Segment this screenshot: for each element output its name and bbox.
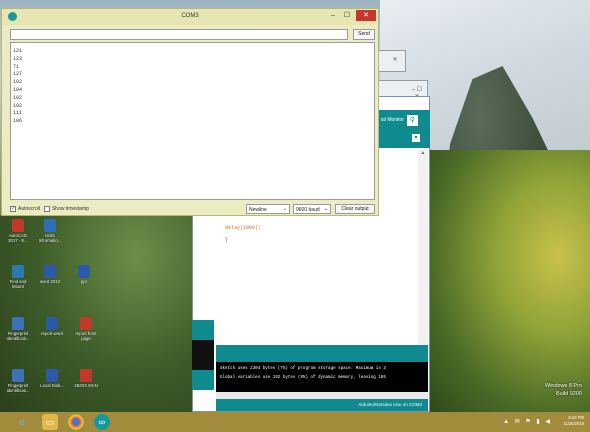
timestamp-label: Show timestamp (51, 206, 89, 212)
arduino-icon[interactable]: ∞ (94, 414, 110, 430)
background-window[interactable]: ✕ (378, 50, 406, 72)
minimize-icon[interactable]: – (326, 10, 340, 21)
serial-monitor-window[interactable]: COM3 – ☐ ✕ Send 121 123 71 127 102 104 1… (1, 8, 379, 216)
desktop-icon-label: Find and Mount (9, 279, 27, 289)
desktop-icon[interactable]: report front page (72, 317, 100, 341)
console-scrollbar[interactable] (216, 392, 428, 399)
board-status: Arduino/Genuino Uno on COM3 (216, 399, 428, 411)
desktop-icon-label: AutoCAD 2017 - E... (8, 233, 28, 243)
desktop-icon-label: Fingerprint Identificati... (6, 331, 30, 341)
serial-output[interactable]: 121 123 71 127 102 104 102 102 111 106 (10, 42, 375, 200)
serial-monitor-label: ial Monitor (380, 117, 404, 123)
clock[interactable]: 8:43 PM 11/25/2016 (563, 415, 584, 427)
ie-icon[interactable]: e (14, 414, 30, 430)
line-ending-select[interactable]: Newline ⌄ (246, 204, 290, 214)
pdf-icon (80, 369, 92, 382)
output-line: 121 (13, 48, 23, 54)
send-input[interactable] (10, 29, 348, 40)
autocad-icon (12, 219, 24, 232)
output-line: 102 (13, 102, 23, 109)
window-title: COM3 (181, 13, 199, 19)
console-header (216, 345, 428, 363)
magnifier-icon[interactable]: ⚲ (407, 114, 418, 126)
output-line: 123 (13, 55, 23, 62)
output-line: 104 (13, 86, 23, 93)
desktop-icon-label: Local Disk... (40, 383, 64, 388)
desktop-icon[interactable]: Fingerprint identificati... (4, 369, 32, 393)
wallpaper-trees-right (430, 150, 590, 415)
output-line: 102 (13, 94, 23, 101)
app-icon (12, 317, 24, 330)
windows-watermark: Windows 8 Pro Build 9200 (545, 382, 582, 398)
desktop-icon[interactable]: word 2013 (36, 265, 64, 284)
word-icon (44, 265, 56, 278)
output-line: 111 (13, 110, 23, 117)
document-icon (44, 219, 56, 232)
console-line: Global variables use 192 bytes (9%) of d… (220, 376, 386, 380)
code-line: } (225, 237, 229, 243)
system-tray[interactable]: ▲ ✉ ⚑ ▮ ◀ (503, 418, 552, 425)
chevron-down-icon: ⌄ (323, 206, 328, 212)
console-line: Sketch uses 2304 bytes (7%) of program s… (220, 367, 386, 371)
desktop-icon-label: ppr (80, 279, 88, 284)
desktop-icon[interactable]: Unit1 Informatio... (36, 219, 64, 243)
app-icon (12, 265, 24, 278)
window-controls-icon[interactable]: – ☐ ✕ (410, 86, 424, 100)
desktop-icon-label: word 2013 (39, 279, 61, 284)
desktop-icon-label: report word (41, 331, 63, 336)
baud-value: 9600 baud (296, 207, 320, 213)
desktop-icon[interactable]: ppr (70, 265, 98, 284)
serial-monitor-button[interactable]: ial Monitor ⚲ (381, 114, 418, 126)
word-icon (78, 265, 90, 278)
tab-menu-icon[interactable]: ▾ (412, 134, 420, 142)
pdf-icon (80, 317, 92, 330)
desktop-icon-label: Fingerprint identificati... (6, 383, 30, 393)
watermark-line: Windows 8 Pro (545, 383, 582, 389)
close-icon[interactable]: ✕ (356, 10, 376, 21)
console-output: Sketch uses 2304 bytes (7%) of program s… (216, 362, 428, 392)
chevron-down-icon: ⌄ (282, 206, 287, 212)
desktop-icon[interactable]: 1BIOS MAN (72, 369, 100, 388)
output-line: 102 (13, 79, 23, 86)
desktop-icon[interactable]: Local Disk... (38, 369, 66, 388)
folder-icon[interactable]: ▭ (42, 414, 58, 430)
output-line: 106 (13, 118, 23, 125)
clear-output-button[interactable]: Clear output (335, 204, 375, 214)
desktop-icon[interactable]: report word (38, 317, 66, 336)
desktop-icon-label: Unit1 Informatio... (38, 233, 62, 243)
app-icon (12, 369, 24, 382)
chrome-icon[interactable] (68, 414, 84, 430)
desktop-icon-label: 1BIOS MAN (74, 383, 98, 388)
clock-date: 11/25/2016 (563, 421, 584, 426)
ide-left-console (192, 340, 214, 370)
taskbar: e ▭ ∞ ▲ ✉ ⚑ ▮ ◀ 8:43 PM 11/25/2016 (0, 412, 590, 432)
word-icon (46, 317, 58, 330)
maximize-icon[interactable]: ☐ (340, 10, 354, 21)
desktop-icon[interactable]: Fingerprint Identificati... (4, 317, 32, 341)
autoscroll-label: Autoscroll (18, 206, 40, 212)
desktop-icon[interactable]: Find and Mount (4, 265, 32, 289)
line-ending-value: Newline (249, 207, 267, 213)
code-editor[interactable]: delay(1000); } (225, 222, 261, 246)
timestamp-checkbox[interactable] (43, 206, 50, 212)
desktop-icon-label: report front page (75, 331, 97, 341)
drive-icon (46, 369, 58, 382)
send-button[interactable]: Send (353, 29, 375, 40)
code-line: delay(1000); (225, 225, 262, 231)
autoscroll-checkbox[interactable]: ✓ (10, 206, 16, 212)
close-icon[interactable]: ✕ (388, 56, 402, 66)
desktop-icon[interactable]: AutoCAD 2017 - E... (4, 219, 32, 243)
output-line: 127 (13, 71, 23, 78)
baud-select[interactable]: 9600 baud ⌄ (293, 204, 331, 214)
output-line: 71 (13, 63, 20, 70)
watermark-line: Build 9200 (556, 391, 582, 397)
editor-scrollbar[interactable]: ▲ (418, 150, 428, 345)
title-bar[interactable]: COM3 – ☐ ✕ (2, 9, 378, 25)
